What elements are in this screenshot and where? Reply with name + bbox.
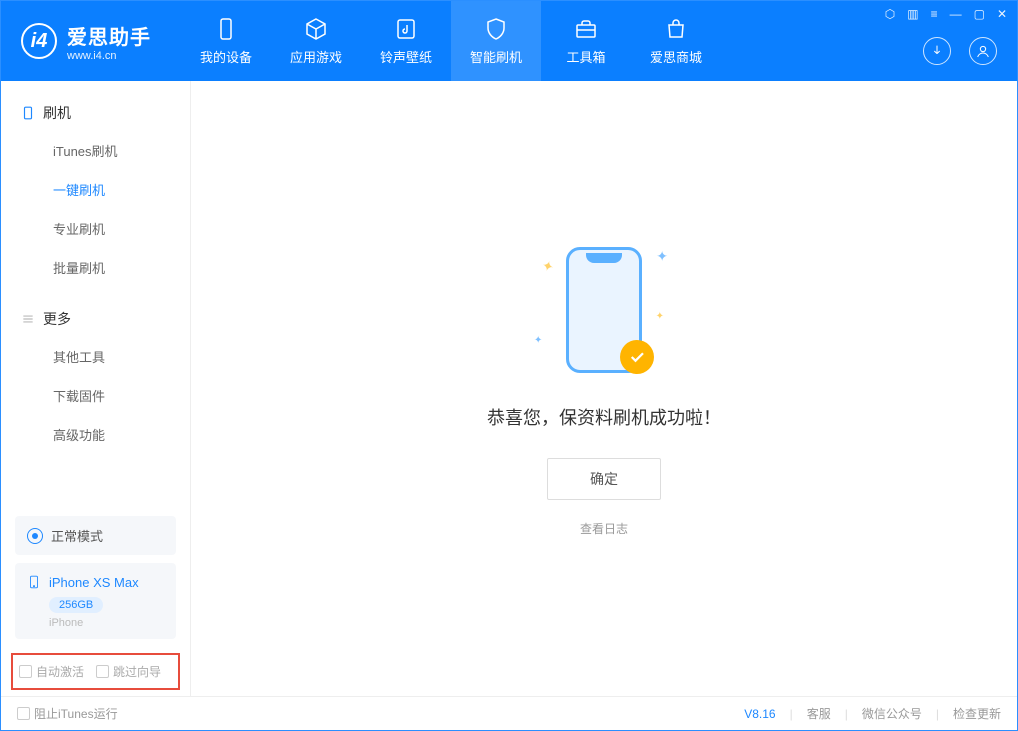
- status-dot-icon: [27, 528, 43, 544]
- maximize-button[interactable]: ▢: [974, 7, 985, 21]
- cube-icon: [304, 17, 328, 41]
- shirt-icon[interactable]: ⬡: [885, 7, 895, 21]
- logo-icon: i4: [21, 23, 57, 59]
- list-icon[interactable]: ▥: [907, 7, 918, 21]
- checkbox-label: 自动激活: [36, 663, 84, 680]
- view-log-link[interactable]: 查看日志: [580, 520, 628, 537]
- ok-button[interactable]: 确定: [547, 458, 661, 500]
- body: 刷机 iTunes刷机 一键刷机 专业刷机 批量刷机 更多 其他工具 下载固件 …: [1, 81, 1017, 696]
- device-card[interactable]: iPhone XS Max 256GB iPhone: [15, 563, 176, 639]
- section-title: 更多: [43, 309, 71, 329]
- music-icon: [394, 17, 418, 41]
- tab-label: 爱思商城: [650, 47, 702, 66]
- close-button[interactable]: ✕: [997, 7, 1007, 21]
- app-header: i4 爱思助手 www.i4.cn 我的设备 应用游戏 铃声壁纸 智能刷机 工具…: [1, 1, 1017, 81]
- highlighted-options: 自动激活 跳过向导: [11, 653, 180, 690]
- section-title: 刷机: [43, 103, 71, 123]
- sidebar-item-pro-flash[interactable]: 专业刷机: [1, 209, 190, 248]
- window-controls: ⬡ ▥ ≡ — ▢ ✕: [885, 7, 1007, 21]
- wechat-link[interactable]: 微信公众号: [862, 705, 922, 722]
- device-name: iPhone XS Max: [49, 575, 139, 590]
- logo: i4 爱思助手 www.i4.cn: [1, 21, 171, 62]
- version-label: V8.16: [744, 707, 775, 721]
- phone-outline-icon: [27, 573, 41, 591]
- menu-lines-icon: [21, 312, 35, 326]
- tab-ringtones[interactable]: 铃声壁纸: [361, 1, 451, 81]
- customer-service-link[interactable]: 客服: [807, 705, 831, 722]
- tab-label: 铃声壁纸: [380, 47, 432, 66]
- checkbox-label: 阻止iTunes运行: [34, 705, 118, 722]
- sidebar-item-download-firmware[interactable]: 下载固件: [1, 376, 190, 415]
- check-update-link[interactable]: 检查更新: [953, 705, 1001, 722]
- sidebar-item-advanced[interactable]: 高级功能: [1, 415, 190, 454]
- success-check-icon: [620, 340, 654, 374]
- sidebar: 刷机 iTunes刷机 一键刷机 专业刷机 批量刷机 更多 其他工具 下载固件 …: [1, 81, 191, 696]
- sparkle-icon: ✦: [656, 248, 668, 265]
- tab-flash[interactable]: 智能刷机: [451, 1, 541, 81]
- separator: |: [936, 707, 939, 721]
- auto-activate-checkbox[interactable]: 自动激活: [19, 663, 84, 680]
- minimize-button[interactable]: —: [950, 7, 962, 21]
- separator: |: [790, 707, 793, 721]
- checkbox-label: 跳过向导: [113, 663, 161, 680]
- tab-toolbox[interactable]: 工具箱: [541, 1, 631, 81]
- mode-label: 正常模式: [51, 526, 103, 545]
- tab-store[interactable]: 爱思商城: [631, 1, 721, 81]
- device-type: iPhone: [49, 617, 164, 629]
- tab-apps[interactable]: 应用游戏: [271, 1, 361, 81]
- success-message: 恭喜您，保资料刷机成功啦！: [487, 404, 721, 430]
- menu-icon[interactable]: ≡: [931, 7, 938, 21]
- sparkle-icon: ✦: [540, 257, 556, 276]
- toolbox-icon: [574, 17, 598, 41]
- storage-badge: 256GB: [49, 597, 103, 613]
- app-title: 爱思助手: [67, 21, 151, 50]
- tab-label: 应用游戏: [290, 47, 342, 66]
- checkbox-icon: [96, 665, 109, 678]
- sidebar-item-batch-flash[interactable]: 批量刷机: [1, 248, 190, 287]
- tab-label: 我的设备: [200, 47, 252, 66]
- checkbox-icon: [17, 707, 30, 720]
- device-icon: [21, 106, 35, 120]
- tab-my-device[interactable]: 我的设备: [181, 1, 271, 81]
- tab-label: 工具箱: [566, 47, 605, 66]
- skip-guide-checkbox[interactable]: 跳过向导: [96, 663, 161, 680]
- separator: |: [845, 707, 848, 721]
- success-illustration: ✦ ✦ ✦ ✦: [524, 240, 684, 380]
- checkbox-icon: [19, 665, 32, 678]
- sidebar-item-itunes-flash[interactable]: iTunes刷机: [1, 131, 190, 170]
- device-mode-card[interactable]: 正常模式: [15, 516, 176, 555]
- sparkle-icon: ✦: [534, 335, 542, 346]
- footer: 阻止iTunes运行 V8.16 | 客服 | 微信公众号 | 检查更新: [1, 696, 1017, 730]
- download-button[interactable]: [923, 37, 951, 65]
- shield-icon: [484, 17, 508, 41]
- sparkle-icon: ✦: [656, 311, 664, 322]
- bag-icon: [664, 17, 688, 41]
- app-url: www.i4.cn: [67, 50, 151, 62]
- block-itunes-checkbox[interactable]: 阻止iTunes运行: [17, 705, 118, 722]
- header-tabs: 我的设备 应用游戏 铃声壁纸 智能刷机 工具箱 爱思商城: [181, 1, 721, 81]
- header-actions: [923, 37, 997, 65]
- user-button[interactable]: [969, 37, 997, 65]
- sidebar-item-other-tools[interactable]: 其他工具: [1, 337, 190, 376]
- main-content: ✦ ✦ ✦ ✦ 恭喜您，保资料刷机成功啦！ 确定 查看日志: [191, 81, 1017, 696]
- phone-icon: [214, 17, 238, 41]
- sidebar-item-oneclick-flash[interactable]: 一键刷机: [1, 170, 190, 209]
- sidebar-section-flash: 刷机: [1, 95, 190, 131]
- tab-label: 智能刷机: [470, 47, 522, 66]
- sidebar-section-more: 更多: [1, 301, 190, 337]
